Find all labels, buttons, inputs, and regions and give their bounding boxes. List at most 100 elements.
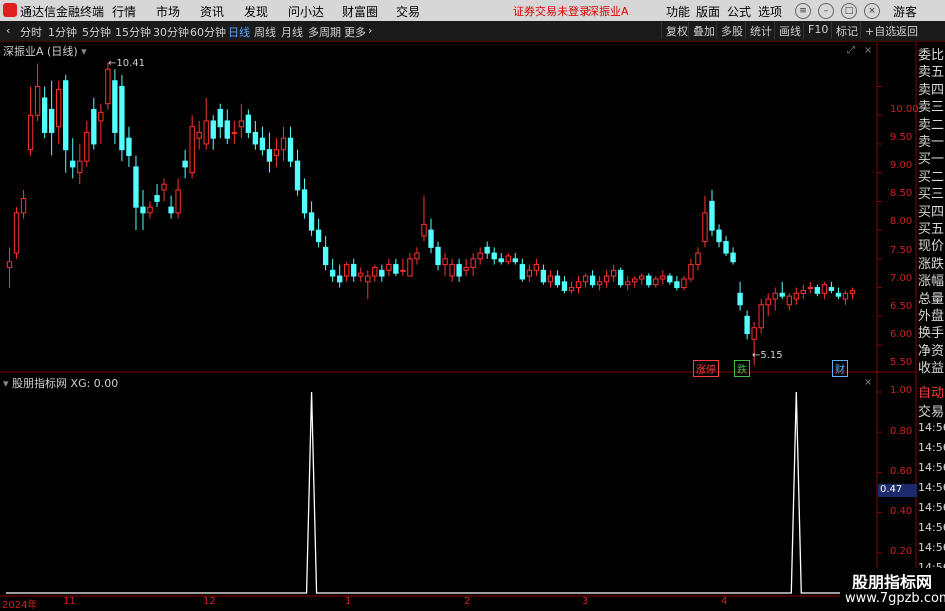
candle-body — [133, 166, 139, 208]
price-tick: 10.00 — [890, 104, 919, 115]
chevron-down-icon[interactable]: ▾ — [3, 377, 9, 390]
candle-body — [308, 212, 315, 231]
candle-body — [702, 212, 708, 243]
low-price-label: ←5.15 — [752, 350, 783, 361]
trade-label[interactable]: 交易 — [918, 401, 945, 420]
candle-body — [301, 189, 308, 214]
candle-body — [716, 229, 722, 243]
quote-label: 卖二 — [918, 117, 945, 133]
candle-body — [744, 315, 750, 335]
indicator-axis — [877, 391, 882, 554]
candle-body — [667, 275, 673, 283]
candle-body — [751, 327, 757, 340]
candle-body — [161, 183, 167, 191]
quote-label: 买一 — [918, 152, 945, 168]
candle-body — [617, 269, 624, 286]
candle-body — [358, 272, 364, 277]
candle-body — [329, 269, 336, 277]
x-tick: 4 — [721, 596, 728, 607]
close-indicator-icon: × — [864, 377, 872, 388]
candle-body — [449, 264, 455, 277]
quote-label: 涨跌 — [918, 256, 945, 272]
candle-body — [800, 289, 806, 294]
candle-body — [681, 278, 687, 289]
candle-body — [372, 266, 378, 277]
candle-body — [842, 292, 849, 300]
candle-body — [259, 137, 266, 151]
candle-body — [772, 292, 778, 300]
candle-body — [252, 131, 259, 145]
candle-body — [196, 131, 202, 139]
candle-body — [653, 278, 659, 286]
candle-body — [91, 108, 97, 145]
candle-body — [477, 252, 483, 260]
candle-body — [639, 275, 645, 280]
candle-body — [294, 160, 301, 191]
candle-body — [709, 200, 715, 231]
quote-label: 卖五 — [918, 65, 945, 81]
candle-body — [48, 108, 55, 133]
price-tick: 5.50 — [890, 357, 913, 368]
candle-body — [505, 255, 511, 263]
candle-body — [210, 120, 216, 139]
candle-body — [365, 275, 371, 283]
quote-label: 收益 — [918, 361, 945, 377]
indicator-tick: 0.20 — [890, 546, 913, 557]
candle-body — [786, 295, 792, 306]
candle-body — [280, 137, 287, 151]
candle-body — [84, 131, 90, 162]
candle-body — [287, 137, 294, 162]
signal-finance[interactable]: 财 — [832, 360, 848, 377]
x-tick: 3 — [582, 596, 589, 607]
candle-body — [561, 281, 568, 291]
x-tick: 1 — [345, 596, 352, 607]
candle-body — [6, 261, 13, 268]
candle-body — [435, 246, 441, 266]
candle-body — [421, 223, 427, 237]
candle-body — [526, 269, 533, 277]
candle-body — [56, 88, 62, 128]
expand-icon: ⤢ — [847, 45, 855, 56]
indicator-series — [6, 391, 870, 594]
auto-label[interactable]: 自动 — [918, 382, 945, 401]
quote-label: 卖一 — [918, 135, 945, 150]
signal-fall[interactable]: 跌 — [734, 360, 750, 377]
quote-label: 买五 — [918, 222, 945, 237]
candle-body — [77, 160, 83, 174]
quote-label: 换手 — [918, 326, 945, 342]
candle-body — [456, 264, 462, 277]
x-tick: 12 — [203, 596, 216, 607]
candle-body — [393, 264, 399, 274]
candle-body — [632, 278, 638, 283]
candle-body — [379, 269, 385, 277]
indicator-pane-title[interactable]: ▾ 股朋指标网 XG: 0.00 — [3, 375, 118, 391]
price-tick: 9.50 — [890, 132, 913, 143]
candle-body — [238, 120, 245, 128]
candle-body — [674, 281, 680, 289]
candle-body — [34, 85, 41, 116]
candle-body — [442, 258, 448, 266]
candle-body — [105, 68, 111, 105]
price-tick: 7.00 — [890, 273, 913, 284]
candle-body — [554, 275, 561, 286]
candle-body — [168, 206, 174, 214]
close-pane-icon: × — [864, 45, 872, 56]
candle-body — [351, 264, 357, 277]
candle-body — [568, 287, 575, 291]
signal-limit-up[interactable]: 涨停 — [693, 360, 719, 377]
x-tick: 11 — [63, 596, 76, 607]
candle-body — [814, 287, 821, 294]
indicator-pane-title-text: 股朋指标网 XG: 0.00 — [12, 377, 119, 390]
candle-body — [484, 246, 490, 254]
high-price-label: ←10.41 — [108, 58, 146, 69]
candle-body — [20, 198, 27, 214]
candlestick-series — [6, 62, 856, 366]
chevron-down-icon[interactable]: ▾ — [81, 45, 87, 58]
quote-label: 外盘 — [918, 309, 945, 324]
candle-body — [688, 264, 694, 280]
candle-body — [582, 275, 589, 283]
price-pane-title[interactable]: 深振业A (日线) ▾ — [3, 43, 87, 59]
price-tick: 6.50 — [890, 301, 913, 312]
candle-body — [182, 160, 188, 168]
chart-canvas[interactable]: ⤢ × × — [0, 0, 945, 609]
